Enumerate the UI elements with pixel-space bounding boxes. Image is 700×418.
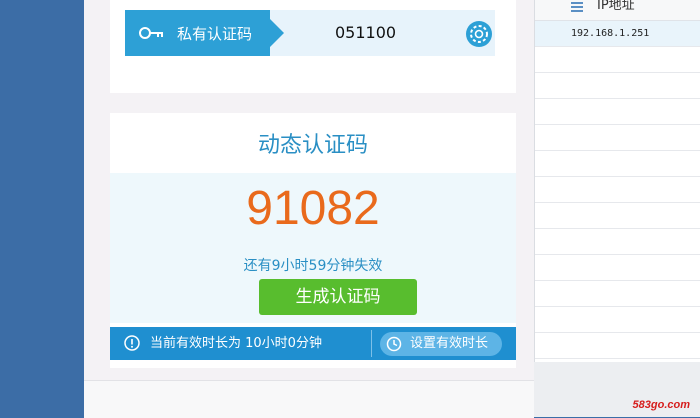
validity-duration-text: 当前有效时长为 10小时0分钟: [150, 336, 322, 351]
table-row[interactable]: [535, 281, 700, 307]
table-row[interactable]: [535, 333, 700, 359]
dynamic-code-card: 动态认证码 91082 还有9小时59分钟失效 生成认证码 当前有效时长为 10…: [110, 113, 516, 368]
expiry-countdown: 还有9小时59分钟失效: [243, 258, 383, 274]
ip-list-panel: IP地址 192.168.1.251 583go.com: [534, 0, 700, 417]
auth-code-panel: 私有认证码 051100 动态认证码 91082 还有9小时59分钟失效 生成认…: [84, 0, 534, 418]
desktop-background: [0, 0, 84, 417]
private-code-label-tag: 私有认证码: [125, 10, 284, 56]
table-row[interactable]: [535, 47, 700, 73]
clock-icon: [386, 336, 402, 352]
info-icon: [124, 335, 140, 351]
private-code-label: 私有认证码: [177, 24, 253, 43]
ip-column-title: IP地址: [597, 0, 635, 13]
table-row[interactable]: [535, 255, 700, 281]
table-row[interactable]: [535, 177, 700, 203]
ip-cell: 192.168.1.251: [571, 28, 650, 39]
ip-column-header[interactable]: IP地址: [535, 0, 700, 21]
set-validity-label: 设置有效时长: [410, 336, 489, 351]
dynamic-code-title: 动态认证码: [257, 133, 368, 158]
table-row[interactable]: [535, 99, 700, 125]
table-row[interactable]: [535, 203, 700, 229]
table-row[interactable]: [535, 229, 700, 255]
table-row[interactable]: [535, 125, 700, 151]
dynamic-code-value: 91082: [246, 182, 380, 235]
generate-code-button[interactable]: 生成认证码: [259, 279, 417, 315]
private-code-value: 051100: [335, 23, 397, 42]
ip-panel-footer: 583go.com: [534, 362, 700, 417]
table-row[interactable]: [535, 151, 700, 177]
private-code-card: 私有认证码 051100: [110, 0, 516, 93]
set-validity-button[interactable]: 设置有效时长: [380, 332, 502, 356]
gear-icon[interactable]: [465, 20, 493, 48]
table-row[interactable]: [535, 307, 700, 333]
key-icon: [139, 27, 163, 39]
status-divider: [371, 330, 372, 357]
panel-footer: [84, 380, 534, 418]
watermark: 583go.com: [632, 399, 690, 411]
private-code-row: 私有认证码 051100: [125, 10, 495, 56]
table-row[interactable]: 192.168.1.251: [535, 21, 700, 47]
list-icon: [571, 2, 583, 12]
dynamic-code-area: 91082 还有9小时59分钟失效 生成认证码: [110, 173, 516, 323]
table-row[interactable]: [535, 73, 700, 99]
ip-table: IP地址 192.168.1.251: [534, 0, 700, 362]
validity-status-bar: 当前有效时长为 10小时0分钟 设置有效时长: [110, 327, 516, 360]
